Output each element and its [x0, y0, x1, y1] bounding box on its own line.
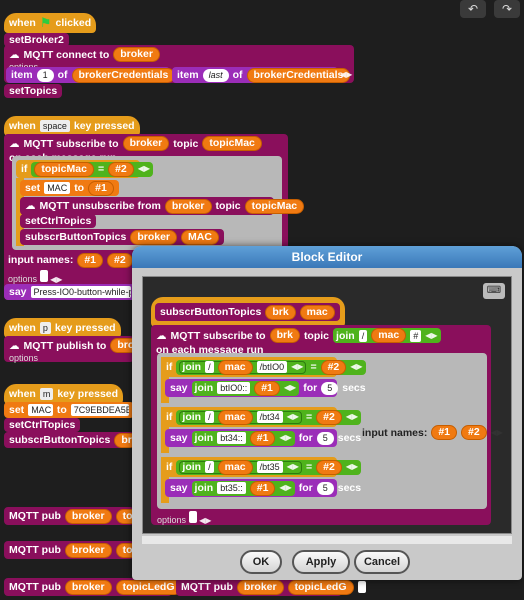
cloud-icon: ☁ — [25, 200, 36, 212]
mac-dropdown[interactable]: MAC — [44, 182, 71, 194]
ok-button[interactable]: OK — [240, 550, 282, 574]
join-block[interactable]: join btIO0:: #1 ◀▶ — [191, 380, 300, 396]
mqtt-pub-block-2[interactable]: MQTT pub broker topic — [4, 541, 134, 559]
join-block[interactable]: join bt35:: #1 ◀▶ — [191, 480, 295, 496]
equals-block[interactable]: join / mac /btIO0 ◀▶ = #2 ◀▶ — [176, 359, 366, 375]
item-of-list-1[interactable]: item 1 of brokerCredentials — [6, 67, 176, 83]
editor-canvas[interactable]: ⌨ subscrButtonTopics brk mac ☁ MQTT subs… — [142, 276, 512, 534]
dialog-say-for-block[interactable]: say join bt35:: #1 ◀▶ for 5 secs — [165, 479, 361, 497]
mqtt-pub-block-3[interactable]: MQTT pub broker topicLedG — [4, 578, 194, 596]
subscrButtonTopics-block[interactable]: subscrButtonTopics broker MAC — [20, 229, 224, 245]
equals-block[interactable]: join / mac /bt34 ◀▶ = #2 ◀▶ — [176, 409, 362, 425]
join-block[interactable]: join / mac # ◀▶ — [333, 328, 441, 343]
set-mac-block[interactable]: set MAC to #1 — [20, 180, 119, 196]
mqtt-publish-block[interactable]: ☁ MQTT publish to broke options — [4, 336, 153, 363]
dialog-if-block[interactable]: if join / mac /bt35 ◀▶ = #2 ◀▶ — [161, 457, 362, 477]
subscrButtonTopics-block-2[interactable]: subscrButtonTopics broke — [4, 432, 134, 448]
cloud-icon: ☁ — [9, 137, 20, 150]
dialog-if-block[interactable]: if join / mac /bt34 ◀▶ = #2 ◀▶ — [161, 407, 362, 427]
item-of-list-last[interactable]: item last of brokerCredentials — [172, 67, 351, 83]
mqtt-pub-block-1[interactable]: MQTT pub broker topic — [4, 507, 134, 525]
setCtrlTopics-block[interactable]: setCtrlTopics — [20, 214, 97, 228]
cloud-icon: ☁ — [156, 329, 167, 342]
arrows-icon[interactable]: ◀▶ — [340, 70, 352, 79]
dialog-input-names: input names: #1 #2 ◀▶ — [362, 425, 504, 440]
join-block[interactable]: join / mac /btIO0 ◀▶ — [179, 359, 307, 375]
say-block[interactable]: say Press-IO0-button-while-publis — [4, 284, 138, 300]
equals-block[interactable]: topicMac = #2 ◀▶ — [31, 161, 154, 177]
when-p-key-pressed-hat[interactable]: when p key pressed — [4, 318, 121, 338]
if-block[interactable]: if topicMac = #2 ◀▶ — [16, 160, 154, 178]
green-flag-icon: ⚑ — [39, 15, 52, 30]
broker-variable[interactable]: broker — [113, 47, 160, 62]
mqtt-pub-block-4[interactable]: MQTT pub broker topicLedG — [176, 578, 366, 596]
input-names: input names: #1 #2 — [8, 252, 133, 268]
when-m-key-pressed-hat[interactable]: when m key pressed — [4, 384, 124, 404]
redo-arrow-icon: ↷ — [501, 2, 513, 16]
when-flag-clicked-hat[interactable]: when ⚑ clicked — [4, 13, 97, 33]
custom-block-hat[interactable]: subscrButtonTopics brk mac — [151, 297, 345, 327]
cancel-button[interactable]: Cancel — [354, 550, 410, 574]
redo-button[interactable]: ↷ — [494, 0, 520, 18]
block-editor-dialog[interactable]: Block Editor ⌨ subscrButtonTopics brk ma… — [132, 246, 522, 580]
key-dropdown[interactable]: space — [39, 120, 70, 132]
equals-block[interactable]: join / mac /bt35 ◀▶ = #2 ◀▶ — [176, 459, 362, 475]
undo-button[interactable]: ↶ — [460, 0, 486, 18]
set-mac-value-block[interactable]: set MAC to 7C9EBDEA5BA — [4, 402, 134, 418]
setCtrlTopics-block-2[interactable]: setCtrlTopics — [4, 418, 81, 432]
dialog-options: options ◀▶ — [157, 511, 211, 525]
dialog-title[interactable]: Block Editor — [132, 246, 522, 268]
dialog-say-for-block[interactable]: say join btIO0:: #1 ◀▶ for 5 secs — [165, 379, 366, 397]
mqtt-unsubscribe-block[interactable]: ☁ MQTT unsubscribe from broker topic top… — [20, 197, 305, 215]
cloud-icon: ☁ — [9, 339, 20, 352]
apply-button[interactable]: Apply — [292, 550, 350, 574]
keyboard-icon[interactable]: ⌨ — [483, 283, 505, 299]
join-block[interactable]: join / mac /bt35 ◀▶ — [179, 459, 302, 475]
options-label: options ◀▶ — [8, 270, 62, 284]
dialog-if-block[interactable]: if join / mac /btIO0 ◀▶ = #2 ◀▶ — [161, 357, 366, 377]
dialog-say-for-block[interactable]: say join bt34:: #1 ◀▶ for 5 secs — [165, 429, 361, 447]
when-space-key-pressed-hat[interactable]: when space key pressed — [4, 116, 140, 136]
horizontal-scrollbar[interactable] — [142, 536, 512, 544]
undo-arrow-icon: ↶ — [467, 2, 479, 16]
join-block[interactable]: join bt34:: #1 ◀▶ — [191, 430, 295, 446]
custom-block-prototype[interactable]: subscrButtonTopics brk mac — [155, 303, 340, 321]
cloud-icon: ☁ — [9, 48, 20, 61]
setTopics-block[interactable]: setTopics — [4, 84, 63, 98]
join-block[interactable]: join / mac /bt34 ◀▶ — [179, 409, 302, 425]
